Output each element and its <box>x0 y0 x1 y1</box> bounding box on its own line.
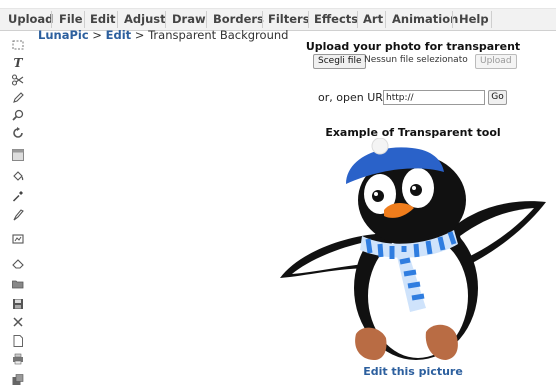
menu-edit[interactable]: Edit <box>90 12 116 26</box>
open-url-label: or, open URL <box>318 91 390 104</box>
menu-divider <box>51 11 52 28</box>
select-icon[interactable] <box>11 38 25 52</box>
brush-icon[interactable] <box>11 208 25 222</box>
open-folder-icon[interactable] <box>11 277 25 291</box>
tool-sidebar: T <box>0 32 34 387</box>
url-input[interactable] <box>383 90 485 105</box>
edit-this-picture-link[interactable]: Edit this picture <box>290 365 536 378</box>
menu-divider <box>491 11 492 28</box>
menu-divider <box>84 11 85 28</box>
menu-divider <box>165 11 166 28</box>
menu-divider <box>262 11 263 28</box>
breadcrumb-edit-link[interactable]: Edit <box>106 28 132 42</box>
crop-icon[interactable] <box>11 148 25 162</box>
upload-button[interactable]: Upload <box>475 54 517 69</box>
menu-borders[interactable]: Borders <box>213 12 264 26</box>
print-icon[interactable] <box>11 352 25 366</box>
save-icon[interactable] <box>11 297 25 311</box>
menu-help[interactable]: Help <box>459 12 489 26</box>
menu-effects[interactable]: Effects <box>314 12 358 26</box>
menu-divider <box>452 11 453 28</box>
dropper-icon[interactable] <box>11 189 25 203</box>
menu-art[interactable]: Art <box>363 12 383 26</box>
menu-filters[interactable]: Filters <box>268 12 310 26</box>
new-file-icon[interactable] <box>11 334 25 348</box>
menu-divider <box>117 11 118 28</box>
upload-title: Upload your photo for transparent <box>305 40 521 53</box>
menu-draw[interactable]: Draw <box>172 12 206 26</box>
breadcrumb-home-link[interactable]: LunaPic <box>38 28 89 42</box>
breadcrumb-separator: > <box>88 28 106 42</box>
menu-upload[interactable]: Upload <box>8 12 53 26</box>
menu-adjust[interactable]: Adjust <box>124 12 166 26</box>
choose-file-button[interactable]: Scegli file <box>313 54 367 69</box>
copy-icon[interactable] <box>11 373 25 387</box>
menu-file[interactable]: File <box>59 12 83 26</box>
breadcrumb-separator: > <box>131 28 149 42</box>
text-icon[interactable]: T <box>11 55 25 69</box>
clone-icon[interactable] <box>11 232 25 246</box>
zoom-icon[interactable] <box>11 108 25 122</box>
paint-bucket-icon[interactable] <box>11 169 25 183</box>
menu-divider <box>308 11 309 28</box>
eraser-icon[interactable] <box>11 256 25 270</box>
close-icon[interactable] <box>11 315 25 329</box>
penguin-example-image[interactable] <box>276 138 556 366</box>
svg-text:T: T <box>14 56 24 69</box>
menu-divider <box>206 11 207 28</box>
rotate-icon[interactable] <box>11 126 25 140</box>
breadcrumb-current: Transparent Background <box>148 28 289 42</box>
go-button[interactable]: Go <box>488 90 507 105</box>
menu-animation[interactable]: Animation <box>392 12 458 26</box>
menu-divider <box>357 11 358 28</box>
menu-divider <box>385 11 386 28</box>
breadcrumb: LunaPic > Edit > Transparent Background <box>38 28 288 42</box>
pencil-icon[interactable] <box>11 90 25 104</box>
scissors-icon[interactable] <box>11 73 25 87</box>
file-status-text: Nessun file selezionato <box>364 55 468 65</box>
